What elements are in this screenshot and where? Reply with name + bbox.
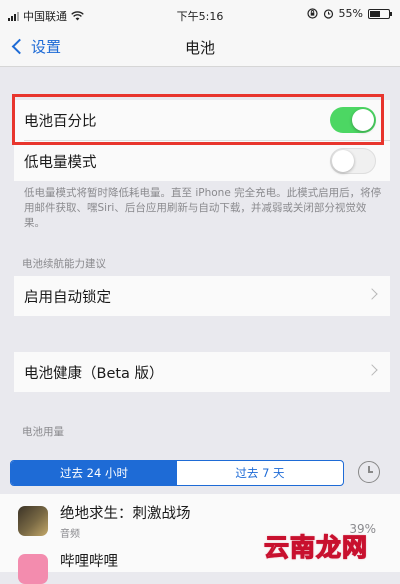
- auto-lock-row[interactable]: 启用自动锁定: [14, 276, 390, 316]
- status-bar: 中国联通 下午5:16 55%: [0, 0, 400, 30]
- app-name: 绝地求生：刺激战场: [60, 506, 191, 522]
- battery-health-label: 电池健康（Beta 版）: [24, 365, 164, 382]
- battery-health-group: 电池健康（Beta 版）: [14, 352, 390, 392]
- auto-lock-label: 启用自动锁定: [24, 289, 111, 306]
- low-power-mode-row: 低电量模式: [14, 141, 390, 181]
- usage-period-segmented-control: 过去 24 小时 过去 7 天: [10, 460, 344, 486]
- battery-percent-label: 55%: [338, 7, 363, 20]
- segment-last-24-hours[interactable]: 过去 24 小时: [11, 461, 177, 485]
- app-text: 绝地求生：刺激战场 音频: [60, 502, 191, 540]
- chevron-right-icon: [366, 364, 378, 376]
- highlight-box: [12, 94, 384, 145]
- app-name: 哔哩哔哩: [60, 554, 118, 570]
- alarm-icon: [323, 9, 333, 19]
- chevron-right-icon: [366, 288, 378, 300]
- status-right: 55%: [306, 7, 392, 20]
- battery-health-row[interactable]: 电池健康（Beta 版）: [14, 352, 390, 392]
- pubg-app-icon: [18, 506, 48, 536]
- app-subtitle: 音频: [60, 529, 80, 540]
- battery-suggestions-header: 电池续航能力建议: [22, 258, 106, 270]
- list-item[interactable]: 哔哩哔哩: [18, 550, 118, 584]
- low-power-mode-toggle[interactable]: [330, 148, 376, 174]
- auto-lock-group: 启用自动锁定: [14, 276, 390, 316]
- list-item[interactable]: 绝地求生：刺激战场 音频: [18, 502, 191, 540]
- battery-fill: [370, 10, 380, 17]
- clock-icon[interactable]: [358, 461, 380, 483]
- segment-last-7-days[interactable]: 过去 7 天: [177, 461, 343, 485]
- navigation-bar: 设置 电池: [0, 30, 400, 67]
- bilibili-app-icon: [18, 554, 48, 584]
- watermark: 云南龙网: [263, 532, 369, 562]
- battery-icon: [368, 8, 392, 19]
- toggle-knob: [332, 150, 354, 172]
- battery-usage-header: 电池用量: [22, 426, 64, 438]
- page-title: 电池: [184, 39, 215, 57]
- low-power-mode-label: 低电量模式: [24, 154, 97, 171]
- lock-rotation-icon: [306, 8, 318, 19]
- low-power-footnote: 低电量模式将暂时降低耗电量。直至 iPhone 完全充电。此模式启用后，将停用邮…: [24, 187, 382, 229]
